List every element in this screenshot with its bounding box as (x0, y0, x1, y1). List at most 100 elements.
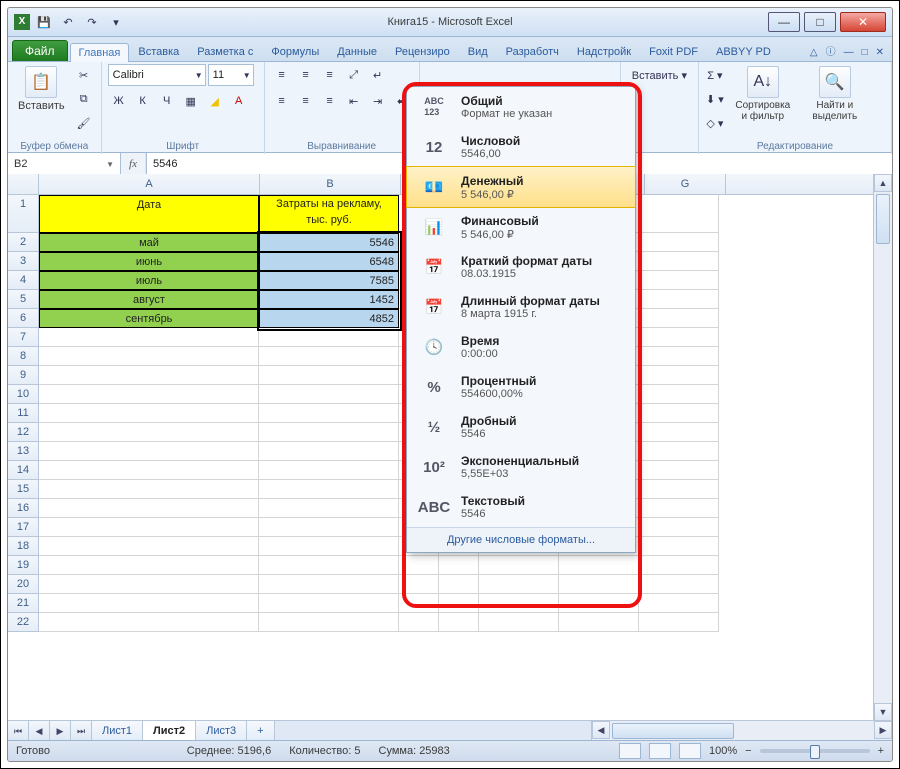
fill-color-button[interactable]: ◢ (204, 90, 226, 112)
cell-B6[interactable]: 4852 (259, 309, 399, 328)
col-header-A[interactable]: A (39, 174, 260, 194)
qat-customize[interactable]: ▾ (106, 12, 126, 32)
align-left[interactable]: ≡ (271, 90, 293, 112)
doc-restore[interactable]: □ (862, 47, 868, 61)
format-option-10[interactable]: ABCТекстовый5546 (407, 487, 635, 527)
sheet-nav-first[interactable]: ⏮ (8, 721, 29, 741)
file-tab[interactable]: Файл (12, 40, 68, 61)
cell-A19[interactable] (39, 556, 259, 575)
indent-dec[interactable]: ⇤ (343, 90, 365, 112)
row-header-20[interactable]: 20 (8, 575, 39, 594)
wrap-text[interactable]: ↵ (367, 64, 389, 86)
cells-insert[interactable]: Вставить ▾ (627, 64, 692, 86)
cell-A17[interactable] (39, 518, 259, 537)
format-painter-button[interactable]: 🖌 (73, 112, 95, 134)
ribbon-tab-5[interactable]: Рецензиро (386, 42, 459, 61)
font-size-combo[interactable]: 11▼ (208, 64, 254, 86)
ribbon-tab-1[interactable]: Вставка (129, 42, 188, 61)
cell-A20[interactable] (39, 575, 259, 594)
border-button[interactable]: ▦ (180, 90, 202, 112)
row-header-21[interactable]: 21 (8, 594, 39, 613)
row-header-9[interactable]: 9 (8, 366, 39, 385)
fill-menu[interactable]: ⬇ ▾ (705, 88, 725, 110)
format-option-7[interactable]: %Процентный554600,00% (407, 367, 635, 407)
cell-B11[interactable] (259, 404, 399, 423)
cell-G21[interactable] (639, 594, 719, 613)
zoom-level[interactable]: 100% (709, 745, 737, 757)
row-header-18[interactable]: 18 (8, 537, 39, 556)
cell-G1[interactable] (639, 195, 719, 233)
select-all-corner[interactable] (8, 174, 39, 194)
cell-A18[interactable] (39, 537, 259, 556)
cell-G11[interactable] (639, 404, 719, 423)
cell-G15[interactable] (639, 480, 719, 499)
maximize-button[interactable]: □ (804, 12, 836, 32)
sheet-nav-prev[interactable]: ◀ (29, 721, 50, 741)
cell-G16[interactable] (639, 499, 719, 518)
horizontal-scrollbar[interactable]: ◀ ▶ (591, 721, 892, 741)
cell-A22[interactable] (39, 613, 259, 632)
row-header-15[interactable]: 15 (8, 480, 39, 499)
row-header-16[interactable]: 16 (8, 499, 39, 518)
cell-C21[interactable] (399, 594, 439, 613)
row-header-4[interactable]: 4 (8, 271, 39, 290)
scroll-thumb-h[interactable] (612, 723, 734, 739)
row-header-6[interactable]: 6 (8, 309, 39, 328)
insert-sheet-tab[interactable]: + (247, 721, 274, 741)
row-header-5[interactable]: 5 (8, 290, 39, 309)
align-middle[interactable]: ≡ (295, 64, 317, 86)
ribbon-tab-4[interactable]: Данные (328, 42, 386, 61)
zoom-slider[interactable] (760, 749, 870, 753)
cell-E22[interactable] (479, 613, 559, 632)
ribbon-tab-3[interactable]: Формулы (262, 42, 328, 61)
vertical-scrollbar[interactable]: ▲ ▼ (873, 174, 892, 721)
cell-G3[interactable] (639, 252, 719, 271)
cut-button[interactable]: ✂ (73, 64, 95, 86)
cell-F20[interactable] (559, 575, 639, 594)
cell-F19[interactable] (559, 556, 639, 575)
cell-B19[interactable] (259, 556, 399, 575)
cell-A5[interactable]: август (39, 290, 259, 309)
scroll-up[interactable]: ▲ (874, 174, 892, 192)
scroll-thumb-v[interactable] (876, 194, 890, 244)
format-option-5[interactable]: 📅Длинный формат даты8 марта 1915 г. (407, 287, 635, 327)
cell-G5[interactable] (639, 290, 719, 309)
cell-B18[interactable] (259, 537, 399, 556)
row-header-14[interactable]: 14 (8, 461, 39, 480)
cell-D22[interactable] (439, 613, 479, 632)
scroll-left[interactable]: ◀ (592, 721, 610, 739)
zoom-out[interactable]: − (745, 745, 751, 757)
format-option-6[interactable]: 🕓Время0:00:00 (407, 327, 635, 367)
row-header-22[interactable]: 22 (8, 613, 39, 632)
cell-B3[interactable]: 6548 (259, 252, 399, 271)
cell-A1[interactable]: Дата (39, 195, 259, 233)
cell-G12[interactable] (639, 423, 719, 442)
row-header-12[interactable]: 12 (8, 423, 39, 442)
cell-B4[interactable]: 7585 (259, 271, 399, 290)
cell-B14[interactable] (259, 461, 399, 480)
cell-E20[interactable] (479, 575, 559, 594)
cell-G17[interactable] (639, 518, 719, 537)
cell-E19[interactable] (479, 556, 559, 575)
more-number-formats[interactable]: Другие числовые форматы... (407, 527, 635, 552)
sheet-tab-2[interactable]: Лист3 (196, 721, 247, 741)
cell-D21[interactable] (439, 594, 479, 613)
qat-save[interactable]: 💾 (34, 12, 54, 32)
close-button[interactable]: ✕ (840, 12, 886, 32)
cell-C19[interactable] (399, 556, 439, 575)
ribbon-tab-6[interactable]: Вид (459, 42, 497, 61)
cell-B5[interactable]: 1452 (259, 290, 399, 309)
row-header-17[interactable]: 17 (8, 518, 39, 537)
cell-A16[interactable] (39, 499, 259, 518)
row-header-1[interactable]: 1 (8, 195, 39, 233)
cell-G10[interactable] (639, 385, 719, 404)
cell-E21[interactable] (479, 594, 559, 613)
ribbon-tab-9[interactable]: Foxit PDF (640, 42, 707, 61)
cell-G22[interactable] (639, 613, 719, 632)
cell-G19[interactable] (639, 556, 719, 575)
format-option-3[interactable]: 📊Финансовый5 546,00 ₽ (407, 207, 635, 247)
cell-B17[interactable] (259, 518, 399, 537)
row-header-13[interactable]: 13 (8, 442, 39, 461)
format-option-4[interactable]: 📅Краткий формат даты08.03.1915 (407, 247, 635, 287)
cell-A14[interactable] (39, 461, 259, 480)
